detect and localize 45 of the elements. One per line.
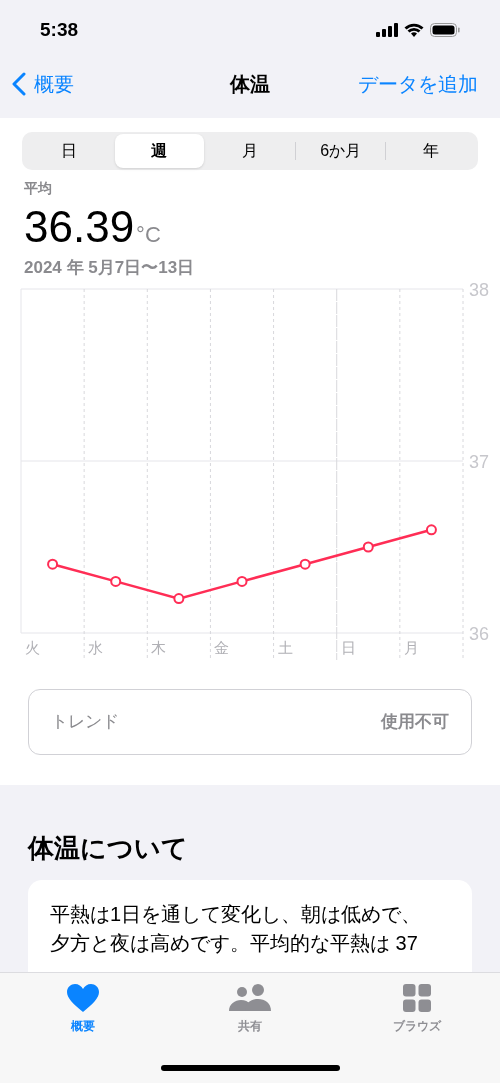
trend-value: 使用不可: [381, 710, 449, 733]
x-axis-label: 火: [25, 638, 40, 656]
tab-bar-item[interactable]: ブラウズ: [333, 973, 500, 1043]
signal-icon: [376, 23, 398, 37]
people-icon: [229, 984, 271, 1012]
average-label: 平均: [24, 179, 53, 198]
segment-tab[interactable]: 6か月: [295, 134, 386, 168]
x-axis-label: 土: [277, 638, 293, 656]
y-axis-label: 36: [469, 623, 490, 644]
data-point: [425, 523, 437, 535]
back-button[interactable]: 概要: [12, 69, 74, 99]
tab-bar-item[interactable]: 概要: [0, 973, 167, 1043]
y-axis-label: 38: [469, 279, 490, 300]
data-point: [110, 575, 122, 587]
trend-label: トレンド: [51, 710, 119, 733]
segment-tab[interactable]: 月: [205, 134, 295, 168]
grid-icon: [402, 984, 431, 1012]
data-point: [362, 541, 374, 552]
data-point: [236, 575, 248, 587]
date-range: 2024 年 5月7日〜13日: [24, 257, 196, 279]
x-axis-label: 木: [151, 638, 167, 656]
heart-icon: [67, 984, 100, 1012]
average-value: 36.39: [24, 205, 135, 249]
tab-bar-item[interactable]: 共有: [166, 973, 334, 1043]
data-point: [47, 558, 59, 570]
unit-label: °C: [136, 224, 161, 246]
x-axis-label: 日: [340, 638, 356, 656]
page-title: 体温: [230, 72, 270, 97]
wifi-icon: [404, 23, 424, 37]
segment-tab[interactable]: 年: [386, 134, 476, 168]
status-time: 5:38: [40, 17, 79, 42]
section-heading: 体温について: [28, 832, 189, 865]
segment-tab[interactable]: 週: [114, 134, 205, 168]
chevron-left-icon: [12, 72, 26, 96]
data-point: [173, 592, 185, 604]
trend-card[interactable]: トレンド 使用不可: [28, 688, 472, 755]
segment-tab[interactable]: 日: [24, 134, 114, 168]
x-axis-label: 金: [214, 638, 230, 656]
x-axis-label: 水: [88, 638, 104, 656]
y-axis-label: 37: [469, 451, 490, 472]
info-paragraph: 平熱は1日を通して変化し、朝は低めで、夕方と夜は高めです。平均的な平熱は 37: [50, 902, 422, 956]
battery-icon: [430, 23, 460, 37]
x-axis-label: 月: [403, 638, 419, 656]
data-point: [299, 558, 311, 570]
add-data-button[interactable]: データを追加: [358, 69, 488, 99]
